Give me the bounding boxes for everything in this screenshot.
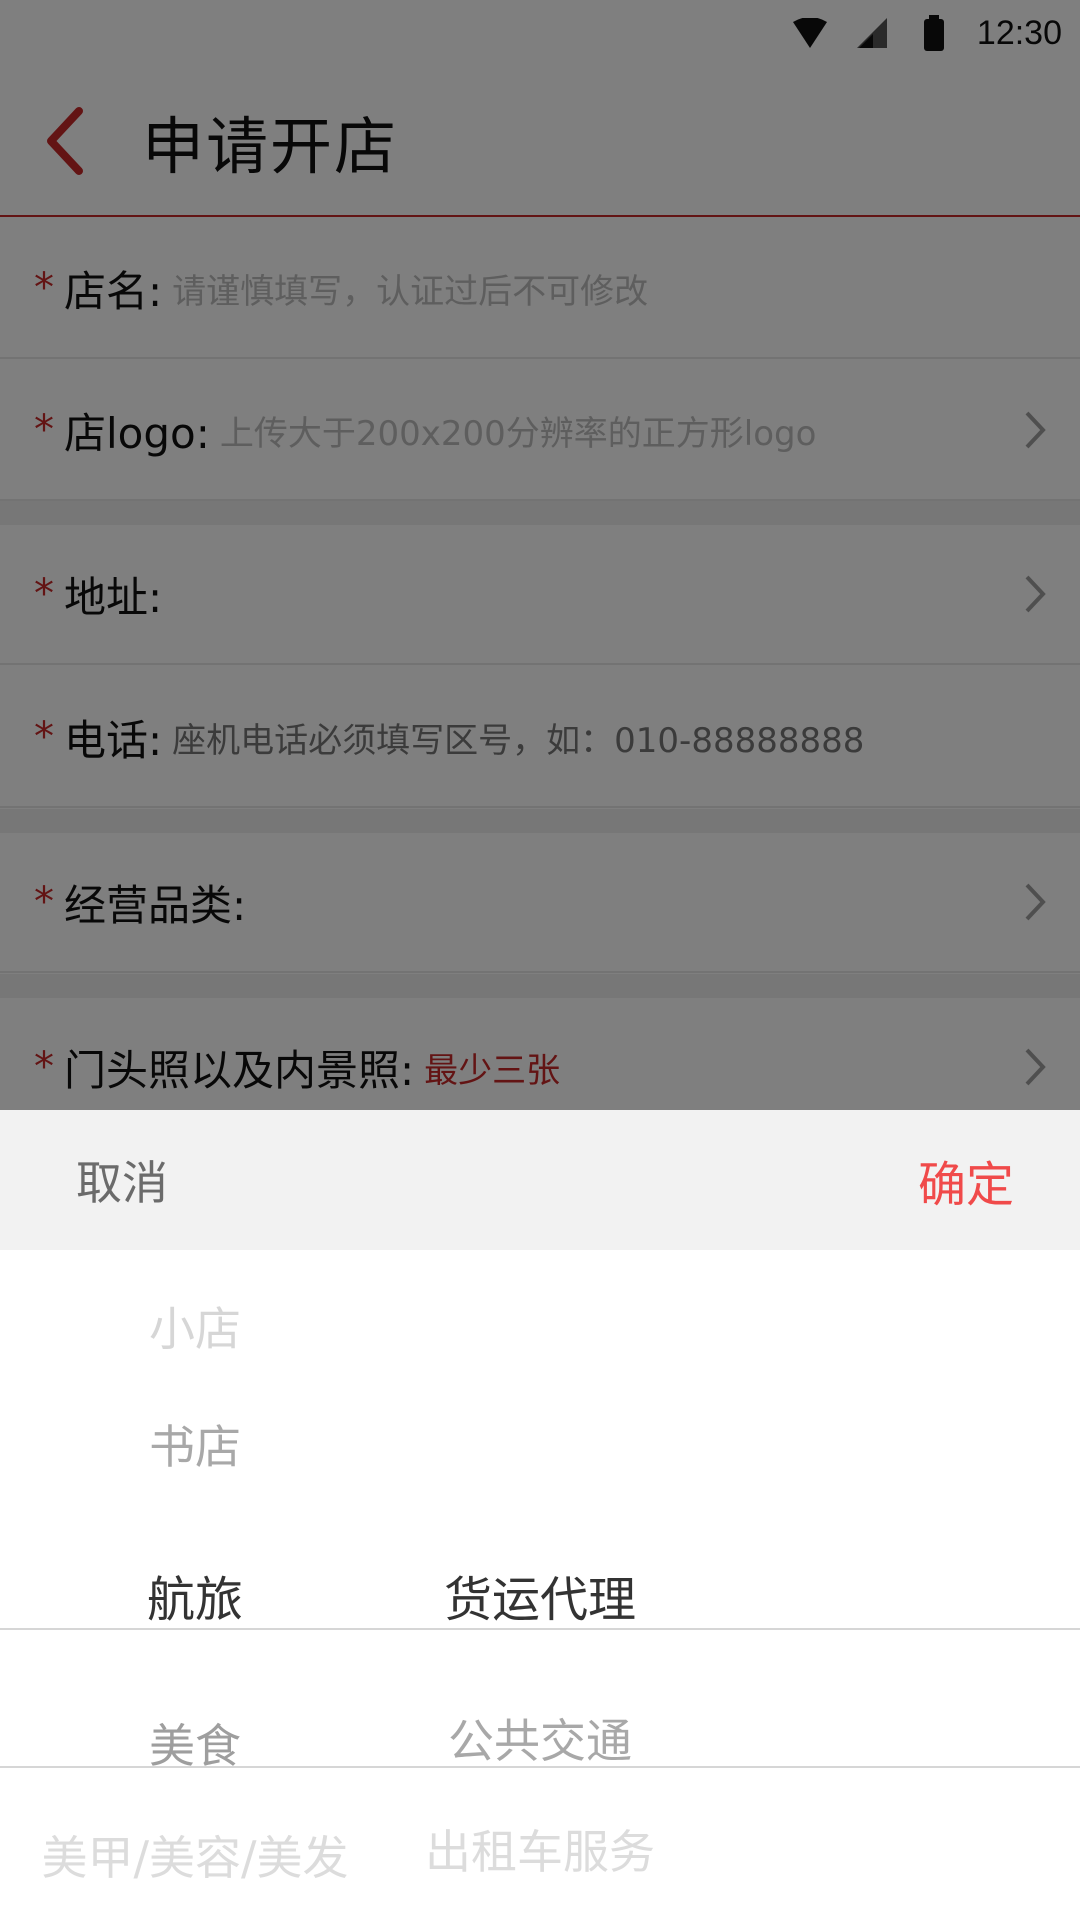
picker-option-selected[interactable]: 货运代理: [390, 1560, 690, 1630]
picker-option[interactable]: 书店: [0, 1411, 390, 1477]
picker-toolbar: 取消 确定: [0, 1110, 1080, 1250]
picker-option[interactable]: 出租车服务: [390, 1816, 690, 1882]
confirm-button[interactable]: 确定: [918, 1145, 1014, 1215]
category-picker-sheet: 取消 确定 小店 书店 航旅 美食 美甲/美容/美发 货运代理 公共交通 出租车…: [0, 1110, 1080, 1920]
picker-option[interactable]: 小店: [0, 1293, 390, 1359]
picker-option[interactable]: 公共交通: [390, 1705, 690, 1771]
picker-option[interactable]: 美甲/美容/美发: [0, 1822, 390, 1888]
picker-option[interactable]: 美食: [0, 1710, 390, 1776]
category-wheel-picker[interactable]: 小店 书店 航旅 美食 美甲/美容/美发 货运代理 公共交通 出租车服务: [0, 1250, 1080, 1920]
cancel-button[interactable]: 取消: [76, 1147, 168, 1213]
modal-dim-overlay[interactable]: [0, 0, 1080, 1110]
picker-option-selected[interactable]: 航旅: [0, 1560, 390, 1630]
